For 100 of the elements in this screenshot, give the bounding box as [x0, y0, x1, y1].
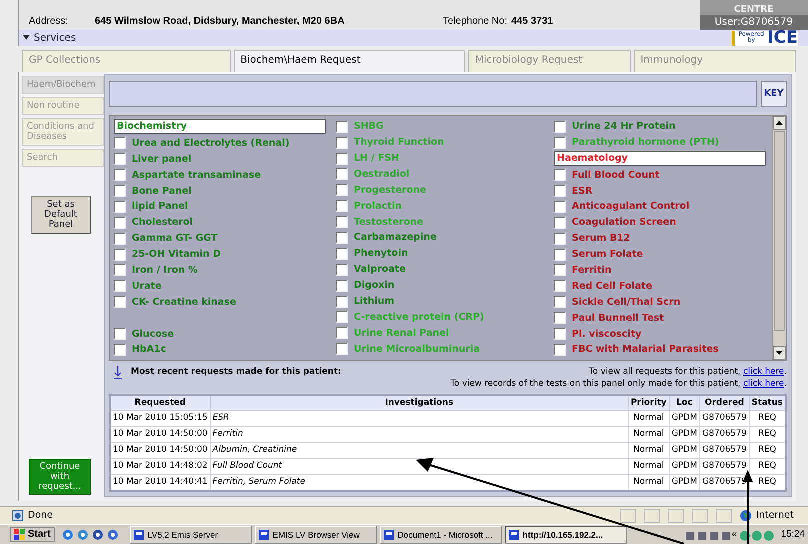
- checkbox[interactable]: [554, 312, 566, 324]
- sidebar-item[interactable]: Haem/Biochem: [22, 76, 104, 94]
- test-label[interactable]: Full Blood Count: [572, 170, 660, 181]
- continue-button[interactable]: Continue with request...: [29, 459, 91, 495]
- checkbox[interactable]: [336, 327, 348, 340]
- sidebar-item[interactable]: Search: [22, 148, 104, 167]
- click-here-link[interactable]: click here: [743, 378, 784, 389]
- checkbox[interactable]: [336, 136, 348, 149]
- taskbar-button[interactable]: EMIS LV Browser View: [254, 526, 377, 544]
- checkbox[interactable]: [336, 280, 348, 292]
- test-label[interactable]: Cholesterol: [132, 217, 194, 228]
- checkbox[interactable]: [554, 344, 566, 356]
- checkbox[interactable]: [114, 185, 126, 198]
- column-header[interactable]: Investigations: [210, 394, 628, 410]
- test-label[interactable]: Carbamazepine: [354, 232, 437, 244]
- checkbox[interactable]: [114, 248, 126, 261]
- checkbox[interactable]: [336, 232, 348, 244]
- taskbar-button[interactable]: LV5.2 Emis Server: [130, 526, 252, 544]
- checkbox[interactable]: [114, 169, 126, 182]
- checkbox[interactable]: [336, 343, 348, 356]
- column-header[interactable]: Ordered: [700, 394, 750, 410]
- checkbox[interactable]: [554, 200, 566, 213]
- tab[interactable]: Immunology: [634, 50, 796, 72]
- sidebar-item[interactable]: Non routine: [22, 96, 104, 115]
- checkbox[interactable]: [554, 264, 566, 276]
- test-label[interactable]: Serum Folate: [572, 249, 644, 260]
- collapse-icon[interactable]: [23, 34, 30, 42]
- test-label[interactable]: CK- Creatine kinase: [132, 296, 236, 308]
- checkbox[interactable]: [114, 264, 126, 276]
- checkbox[interactable]: [554, 248, 566, 261]
- checkbox[interactable]: [554, 328, 566, 340]
- test-label[interactable]: Ferritin: [572, 264, 612, 276]
- sidebar-item[interactable]: Conditions and Diseases: [22, 118, 104, 146]
- test-label[interactable]: Anticoagulant Control: [572, 201, 690, 212]
- test-label[interactable]: ESR: [572, 186, 593, 197]
- up-arrow-icon[interactable]: [776, 120, 783, 125]
- key-button[interactable]: KEY: [761, 80, 787, 107]
- test-label[interactable]: Paul Bunnell Test: [572, 312, 664, 324]
- test-label[interactable]: Liver panel: [132, 154, 192, 165]
- checkbox[interactable]: [336, 296, 348, 308]
- checkbox[interactable]: [114, 232, 126, 245]
- test-label[interactable]: Red Cell Folate: [572, 280, 652, 292]
- checkbox[interactable]: [554, 280, 566, 292]
- checkbox[interactable]: [554, 185, 566, 198]
- checkbox[interactable]: [336, 311, 348, 324]
- services-label[interactable]: Services: [34, 32, 76, 44]
- checkbox[interactable]: [554, 232, 566, 245]
- checkbox[interactable]: [336, 152, 348, 165]
- test-label[interactable]: Sickle Cell/Thal Scrn: [572, 296, 681, 308]
- checkbox[interactable]: [114, 296, 126, 308]
- checkbox[interactable]: [336, 248, 348, 260]
- test-label[interactable]: Aspartate transaminase: [132, 170, 262, 181]
- scroll-down-button[interactable]: [773, 346, 786, 360]
- click-here-link[interactable]: click here: [743, 366, 784, 377]
- set-default-button[interactable]: Set as Default Panel: [31, 196, 91, 234]
- checkbox[interactable]: [336, 184, 348, 196]
- checkbox[interactable]: [114, 153, 126, 166]
- taskbar-button[interactable]: http://10.165.192.2...: [504, 526, 627, 544]
- checkbox[interactable]: [114, 280, 126, 292]
- test-label[interactable]: Lithium: [354, 296, 395, 308]
- tab[interactable]: Biochem\Haem Request: [234, 50, 466, 72]
- test-label[interactable]: Valproate: [354, 264, 406, 276]
- column-header[interactable]: Status: [749, 394, 786, 410]
- test-label[interactable]: Iron / Iron %: [132, 264, 198, 276]
- column-header[interactable]: Priority: [628, 394, 670, 410]
- test-label[interactable]: Bone Panel: [132, 186, 192, 197]
- checkbox[interactable]: [114, 344, 126, 356]
- checkbox[interactable]: [336, 120, 348, 133]
- checkbox[interactable]: [114, 200, 126, 213]
- test-label[interactable]: Phenytoin: [354, 248, 408, 260]
- scroll-up-button[interactable]: [773, 116, 786, 130]
- checkbox[interactable]: [114, 216, 126, 229]
- start-button[interactable]: Start: [10, 527, 55, 542]
- checkbox[interactable]: [114, 328, 126, 340]
- checkbox[interactable]: [554, 216, 566, 229]
- checkbox[interactable]: [336, 264, 348, 276]
- test-label[interactable]: Glucose: [132, 328, 174, 340]
- test-label[interactable]: HbA1c: [132, 344, 166, 356]
- column-header[interactable]: Loc: [669, 394, 700, 410]
- test-label[interactable]: Urea and Electrolytes (Renal): [132, 138, 290, 149]
- test-label[interactable]: Digoxin: [354, 280, 395, 292]
- test-label[interactable]: Serum B12: [572, 233, 630, 244]
- test-label[interactable]: Pl. viscoscity: [572, 328, 642, 340]
- checkbox[interactable]: [336, 216, 348, 228]
- test-label[interactable]: FBC with Malarial Parasites: [572, 344, 719, 356]
- checkbox[interactable]: [554, 296, 566, 308]
- test-label[interactable]: Urate: [132, 280, 162, 292]
- scrollbar[interactable]: [772, 116, 786, 360]
- test-label[interactable]: Urine 24 Hr Protein: [572, 121, 676, 132]
- test-label[interactable]: Coagulation Screen: [572, 217, 676, 228]
- checkbox[interactable]: [554, 120, 566, 133]
- tab[interactable]: Microbiology Request: [468, 50, 631, 72]
- tab[interactable]: GP Collections: [22, 50, 231, 72]
- test-label[interactable]: Gamma GT- GGT: [132, 233, 218, 244]
- taskbar-button[interactable]: Document1 - Microsoft ...: [380, 526, 502, 544]
- checkbox[interactable]: [336, 200, 348, 212]
- checkbox[interactable]: [336, 168, 348, 180]
- test-label[interactable]: lipid Panel: [132, 201, 188, 212]
- tray-toggle[interactable]: «: [732, 529, 738, 540]
- test-label[interactable]: 25-OH Vitamin D: [132, 249, 222, 260]
